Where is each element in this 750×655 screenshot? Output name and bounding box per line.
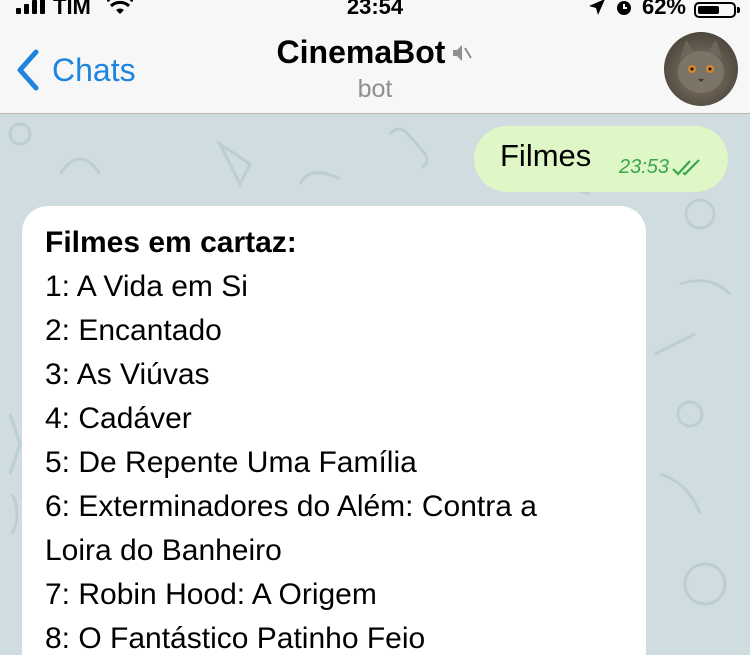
movie-line: 1: A Vida em Si: [45, 270, 248, 303]
movie-line: 7: Robin Hood: A Origem: [45, 578, 377, 611]
location-arrow-icon: [588, 0, 605, 15]
incoming-message[interactable]: Filmes em cartaz: 1: A Vida em Si 2: Enc…: [22, 206, 646, 655]
chat-title: CinemaBot: [277, 34, 474, 71]
alarm-clock-icon: [616, 1, 631, 15]
movie-line: 2: Encantado: [45, 314, 222, 347]
movie-line: 8: O Fantástico Patinho Feio: [45, 622, 426, 655]
cat-avatar-icon: [678, 40, 724, 93]
status-bar: TIM 23:54 62%: [0, 0, 750, 22]
message-heading: Filmes em cartaz:: [45, 226, 297, 259]
chat-background: Filmes 23:53 Filmes em cartaz: 1: A Vida…: [0, 114, 750, 655]
movie-line: 5: De Repente Uma Família: [45, 446, 417, 479]
movie-line: 4: Cadáver: [45, 402, 192, 435]
double-check-icon: [672, 158, 700, 176]
outgoing-message-time: 23:53: [619, 156, 670, 178]
avatar[interactable]: [664, 32, 738, 106]
battery-percent: 62%: [641, 0, 686, 19]
chat-header: Chats CinemaBot bot: [0, 22, 750, 114]
movie-line: 6: Exterminadores do Além: Contra a: [45, 490, 537, 523]
chat-subtitle: bot: [357, 75, 393, 103]
muted-speaker-icon: [453, 44, 473, 61]
outgoing-message-text: Filmes: [500, 138, 592, 173]
chat-name: CinemaBot: [276, 34, 446, 70]
movie-line: 3: As Viúvas: [45, 358, 210, 391]
chat-title-area[interactable]: CinemaBot bot: [0, 34, 750, 104]
status-right: 62%: [588, 0, 740, 20]
battery-icon: [694, 2, 740, 18]
movie-line: Loira do Banheiro: [45, 534, 282, 567]
outgoing-message[interactable]: Filmes 23:53: [474, 126, 728, 192]
outgoing-message-meta: 23:53: [619, 156, 703, 179]
